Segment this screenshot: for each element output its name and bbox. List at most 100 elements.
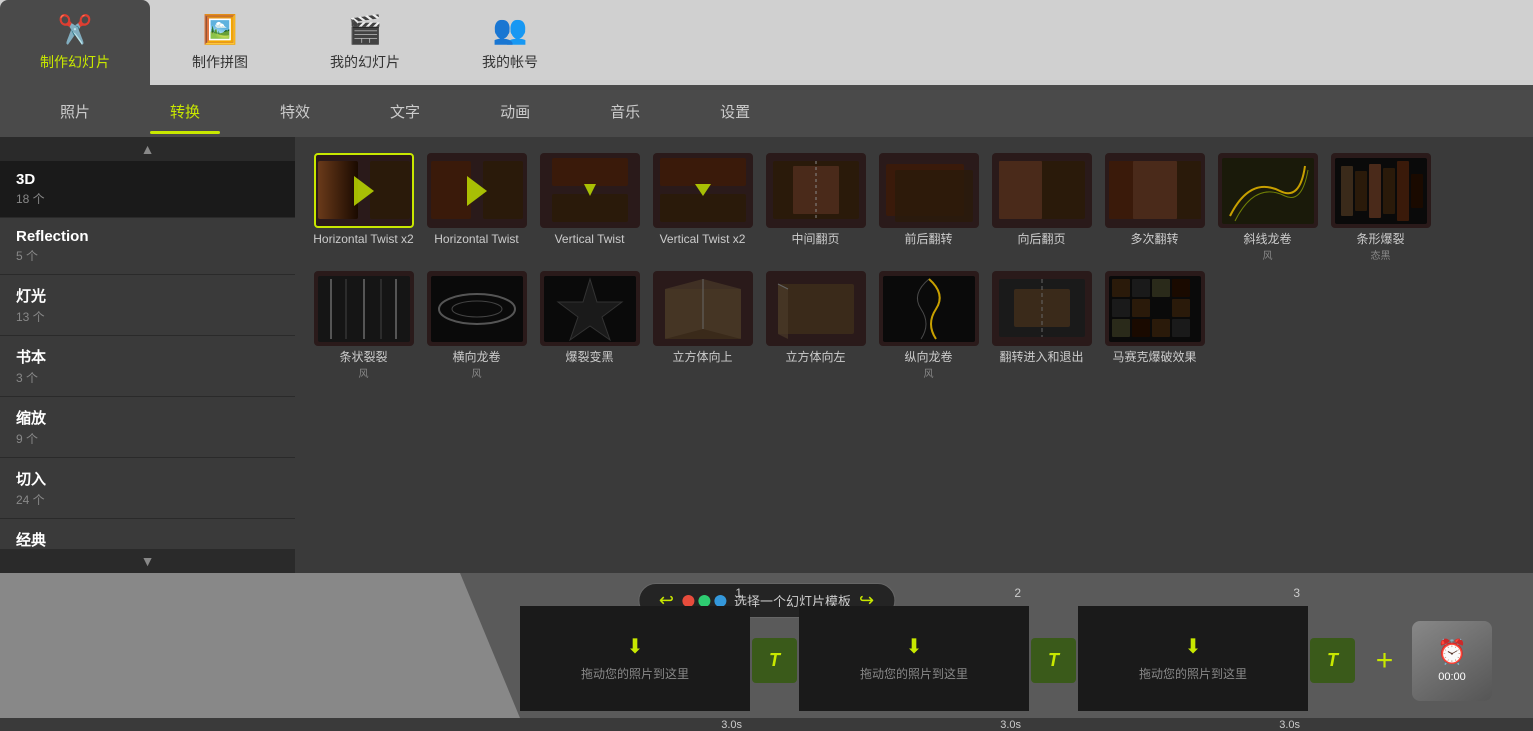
add-slot-button[interactable]: + [1357,633,1412,688]
photo-slot-2[interactable]: 2 ⬇ 拖动您的照片到这里 3.0s [799,606,1029,711]
sidebar-item-classic-name: 经典 [16,529,279,549]
transition-grid: Horizontal Twist x2 Horizontal Twist V [295,137,1533,573]
nav-item-account[interactable]: 👥 我的帐号 [440,0,580,85]
sidebar-item-zoom-count: 9 个 [16,430,279,447]
t-icon-2: T [1048,650,1059,671]
sidebar-item-3d[interactable]: 3D 18 个 [0,161,295,218]
tab-text[interactable]: 文字 [350,89,460,134]
thumb-cube-up [653,271,753,346]
nav-label-account: 我的帐号 [482,52,538,72]
thumb-burst-black [540,271,640,346]
slot-2-num: 2 [1014,586,1021,600]
sidebar-scroll-down[interactable]: ▼ [0,549,295,573]
transition-multi-flip[interactable]: 多次翻转 [1102,153,1207,263]
t-icon-3: T [1327,650,1338,671]
tab-music[interactable]: 音乐 [570,89,680,134]
t-icon-1: T [769,650,780,671]
sidebar-scroll-up[interactable]: ▲ [0,137,295,161]
nav-item-my-slides[interactable]: 🎬 我的幻灯片 [290,0,440,85]
slot-1-time: 3.0s [721,719,742,731]
label-cube-left: 立方体向左 [785,350,845,366]
slot-2-time: 3.0s [1000,719,1021,731]
transition-center-flip[interactable]: 中间翻页 [763,153,868,263]
sidebar-item-light[interactable]: 灯光 13 个 [0,275,295,336]
transition-btn-3[interactable]: T [1310,638,1355,683]
thumb-horizontal-twist [427,153,527,228]
transition-btn-1[interactable]: T [752,638,797,683]
transition-front-back-flip[interactable]: 前后翻转 [876,153,981,263]
sidebar-item-light-name: 灯光 [16,285,279,306]
thumb-front-back-flip [879,153,979,228]
add-icon: + [1376,644,1394,678]
transition-horizontal-tornado[interactable]: 横向龙卷风 [424,271,529,381]
nav-label-my-slides: 我的幻灯片 [330,52,400,72]
transition-burst-black[interactable]: 爆裂变黑 [537,271,642,381]
label-cube-up: 立方体向上 [672,350,732,366]
thumb-vertical-tornado [879,271,979,346]
label-flip-in-out: 翻转进入和退出 [999,350,1083,366]
transition-cube-left[interactable]: 立方体向左 [763,271,868,381]
main-area: ▲ 3D 18 个 Reflection 5 个 灯光 13 个 书本 3 个 … [0,137,1533,573]
slot-3-arrow-icon: ⬇ [1185,634,1202,659]
photo-slot-1[interactable]: 1 ⬇ 拖动您的照片到这里 3.0s [520,606,750,711]
sidebar-item-reflection-name: Reflection [16,228,279,245]
thumb-cube-left [766,271,866,346]
tab-settings[interactable]: 设置 [680,89,790,134]
sidebar-item-light-count: 13 个 [16,308,279,325]
transition-vertical-twist[interactable]: Vertical Twist [537,153,642,263]
tab-photos[interactable]: 照片 [20,89,130,134]
transition-strip-crack[interactable]: 条状裂裂风 [311,271,416,381]
transition-diagonal-tornado[interactable]: 斜线龙卷风 [1215,153,1320,263]
sidebar-item-classic[interactable]: 经典 22 个 [0,519,295,549]
transition-btn-2[interactable]: T [1031,638,1076,683]
thumb-strip-burst [1331,153,1431,228]
tab-transitions[interactable]: 转换 [130,89,240,134]
slot-1-num: 1 [735,586,742,600]
label-multi-flip: 多次翻转 [1130,232,1178,248]
slot-1-text: 拖动您的照片到这里 [581,665,689,682]
label-horizontal-tornado: 横向龙卷风 [452,350,500,381]
slot-1-arrow-icon: ⬇ [627,634,644,659]
sidebar: ▲ 3D 18 个 Reflection 5 个 灯光 13 个 书本 3 个 … [0,137,295,573]
sidebar-item-3d-count: 18 个 [16,190,279,207]
sidebar-item-book[interactable]: 书本 3 个 [0,336,295,397]
photo-slot-3[interactable]: 3 ⬇ 拖动您的照片到这里 3.0s [1078,606,1308,711]
transition-horizontal-twist[interactable]: Horizontal Twist [424,153,529,263]
slot-3-time: 3.0s [1279,719,1300,731]
transition-back-flip[interactable]: 向后翻页 [989,153,1094,263]
bottom-strip: ↩ 选择一个幻灯片模板 ↪ 1 ⬇ 拖动您的照片到这里 3.0s T 2 ⬇ 拖… [0,573,1533,718]
clock-icon: ⏰ [1437,638,1467,667]
transition-cube-up[interactable]: 立方体向上 [650,271,755,381]
label-horizontal-twist: Horizontal Twist [434,232,518,248]
nav-item-collage[interactable]: 🖼️ 制作拼图 [150,0,290,85]
sidebar-item-cut[interactable]: 切入 24 个 [0,458,295,519]
thumb-multi-flip [1105,153,1205,228]
transition-horizontal-twist-x2[interactable]: Horizontal Twist x2 [311,153,416,263]
my-slides-icon: 🎬 [348,13,383,46]
thumb-diagonal-tornado [1218,153,1318,228]
transition-vertical-tornado[interactable]: 纵向龙卷风 [876,271,981,381]
sidebar-item-zoom[interactable]: 缩放 9 个 [0,397,295,458]
transition-strip-burst[interactable]: 条形爆裂态黑 [1328,153,1433,263]
sidebar-item-3d-name: 3D [16,171,279,188]
transition-vertical-twist-x2[interactable]: Vertical Twist x2 [650,153,755,263]
nav-item-slideshow[interactable]: ✂️ 制作幻灯片 [0,0,150,85]
label-back-flip: 向后翻页 [1017,232,1065,248]
thumb-mosaic-burst [1105,271,1205,346]
tab-animation[interactable]: 动画 [460,89,570,134]
transition-flip-in-out[interactable]: 翻转进入和退出 [989,271,1094,381]
sidebar-item-reflection[interactable]: Reflection 5 个 [0,218,295,275]
label-mosaic-burst: 马赛克爆破效果 [1112,350,1196,366]
thumb-horizontal-tornado [427,271,527,346]
sidebar-item-zoom-name: 缩放 [16,407,279,428]
sidebar-item-cut-name: 切入 [16,468,279,489]
transition-mosaic-burst[interactable]: 马赛克爆破效果 [1102,271,1207,381]
timer-button[interactable]: ⏰ 00:00 [1412,621,1492,701]
thumb-flip-in-out [992,271,1092,346]
thumb-strip-crack [314,271,414,346]
tab-effects[interactable]: 特效 [240,89,350,134]
sidebar-item-cut-count: 24 个 [16,491,279,508]
sidebar-list: 3D 18 个 Reflection 5 个 灯光 13 个 书本 3 个 缩放… [0,161,295,549]
label-burst-black: 爆裂变黑 [565,350,613,366]
slot-2-arrow-icon: ⬇ [906,634,923,659]
